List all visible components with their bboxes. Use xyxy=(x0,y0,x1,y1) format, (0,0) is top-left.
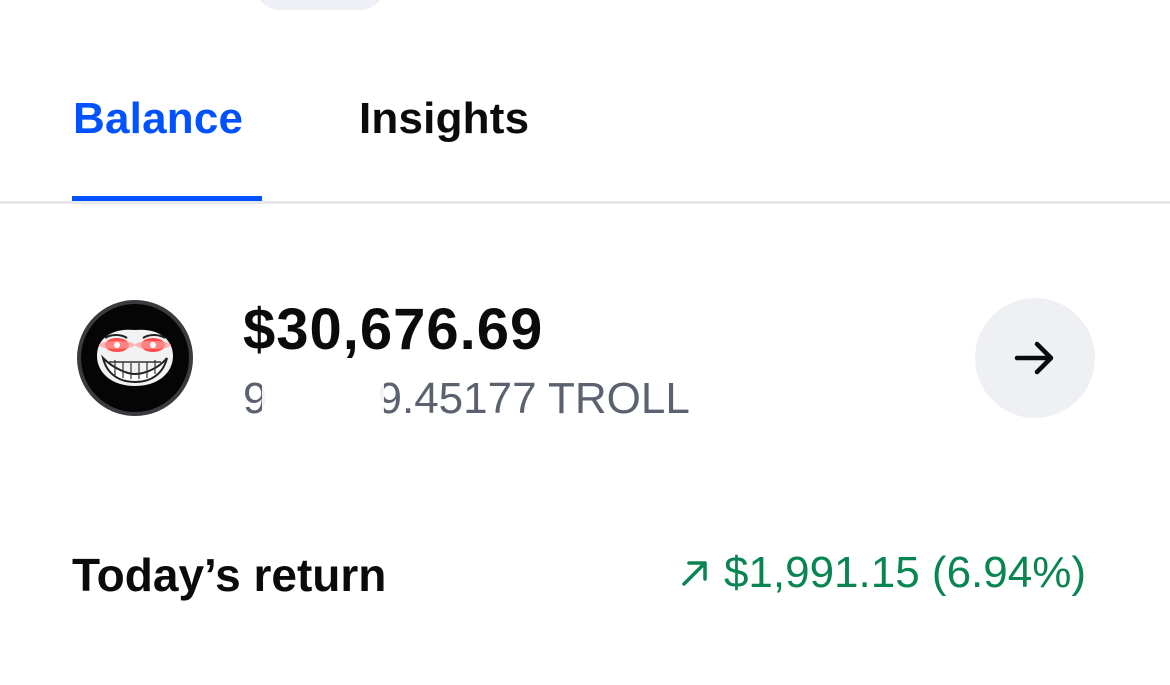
troll-face-icon xyxy=(75,298,195,418)
tab-insights[interactable]: Insights xyxy=(359,94,529,144)
todays-return-amount: $1,991.15 (6.94%) xyxy=(723,548,1086,597)
tab-divider xyxy=(0,201,1170,204)
tab-balance[interactable]: Balance xyxy=(73,94,243,144)
todays-return-value: $1,991.15 (6.94%) xyxy=(678,548,1086,598)
redaction-overlay xyxy=(262,372,384,426)
asset-detail-button[interactable] xyxy=(975,298,1095,418)
arrow-right-icon xyxy=(1014,341,1054,375)
tab-bar: Balance Insights xyxy=(0,0,1170,204)
todays-return-row: Today’s return $1,991.15 (6.94%) xyxy=(0,540,1170,610)
asset-balance-screen: Balance Insights $30,676.69 9 9.45177 TR… xyxy=(0,0,1170,685)
fiat-balance: $30,676.69 xyxy=(243,297,544,362)
arrow-up-right-icon xyxy=(682,561,707,586)
todays-return-label: Today’s return xyxy=(72,549,387,601)
asset-balance-row: $30,676.69 9 9.45177 TROLL xyxy=(0,296,1170,426)
